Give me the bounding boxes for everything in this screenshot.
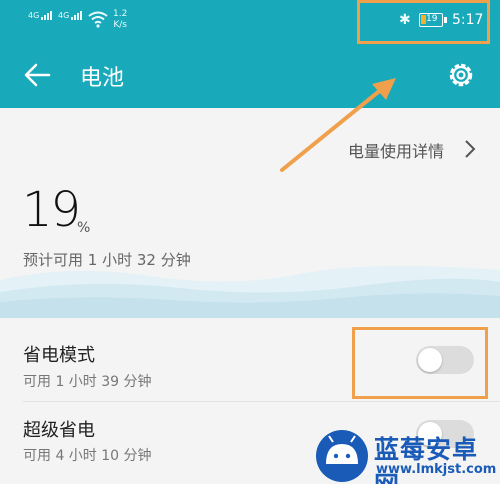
status-annotation-box xyxy=(357,0,490,44)
toggle-annotation-box xyxy=(352,327,488,399)
cell-signal-1-icon: 4G xyxy=(28,11,53,20)
page-title: 电池 xyxy=(80,66,125,91)
signal-2-type: 4G xyxy=(58,11,70,20)
chevron-right-icon[interactable] xyxy=(464,139,476,159)
watermark-url: www.lmkjst.com xyxy=(376,462,497,477)
percent-sign: % xyxy=(77,220,91,236)
ultra-saving-title: 超级省电 xyxy=(23,420,95,441)
network-speed-unit: K/s xyxy=(113,20,127,30)
battery-wave-graphic xyxy=(0,265,500,326)
annotation-arrow xyxy=(280,78,396,172)
wifi-icon xyxy=(88,11,108,28)
signal-1-type: 4G xyxy=(28,11,40,20)
network-speed: 1.2 K/s xyxy=(113,9,127,31)
settings-gear-icon[interactable] xyxy=(446,60,476,90)
power-saving-subtitle: 可用 1 小时 39 分钟 xyxy=(23,374,152,390)
power-saving-title: 省电模式 xyxy=(23,345,95,366)
watermark: 蓝莓安卓网 www.lmkjst.com xyxy=(314,426,500,484)
ultra-saving-subtitle: 可用 4 小时 10 分钟 xyxy=(23,448,152,464)
divider xyxy=(23,401,500,402)
android-logo-icon xyxy=(316,430,368,482)
cell-signal-2-icon: 4G xyxy=(58,11,83,20)
battery-percentage: 19 xyxy=(22,182,81,238)
network-speed-value: 1.2 xyxy=(113,9,128,19)
back-arrow-icon[interactable] xyxy=(22,60,52,90)
